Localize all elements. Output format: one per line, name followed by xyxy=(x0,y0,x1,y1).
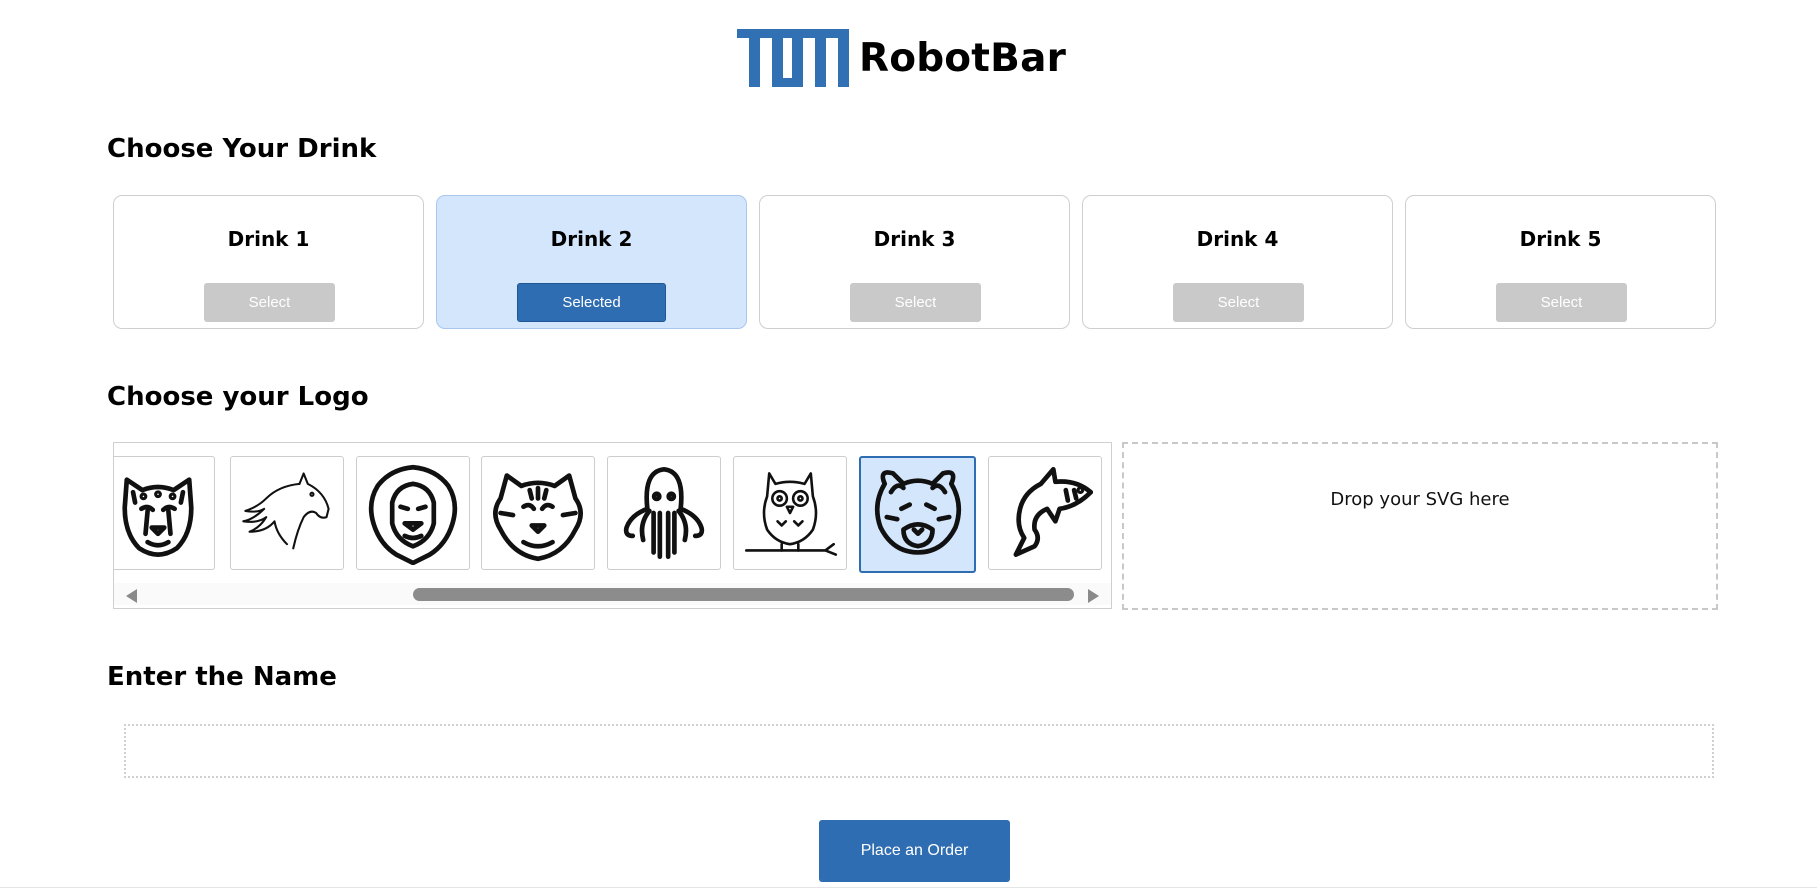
drink-name: Drink 4 xyxy=(1196,227,1279,251)
logo-option-cheetah[interactable] xyxy=(114,456,215,570)
drink-name: Drink 1 xyxy=(227,227,310,251)
logo-tiles xyxy=(114,456,1111,574)
logo-option-lion[interactable] xyxy=(356,456,470,570)
logo-option-shark[interactable] xyxy=(988,456,1102,570)
drink-section-title: Choose Your Drink xyxy=(107,134,377,164)
svg-dropzone[interactable]: Drop your SVG here xyxy=(1122,442,1718,610)
cheetah-icon xyxy=(122,477,194,557)
select-drink-1-button[interactable]: Select xyxy=(204,283,335,322)
brand-name: RobotBar xyxy=(858,35,1067,81)
logo-option-red-panda[interactable] xyxy=(859,456,976,573)
dropzone-label: Drop your SVG here xyxy=(1330,489,1510,510)
logo-gallery-scrollbar[interactable] xyxy=(114,583,1111,605)
app-header: RobotBar xyxy=(0,26,1817,90)
horse-icon xyxy=(242,472,330,550)
logo-option-octopus[interactable] xyxy=(607,456,721,570)
tiger-icon xyxy=(493,473,583,562)
logo-section-title: Choose your Logo xyxy=(107,382,369,412)
drink-name: Drink 3 xyxy=(873,227,956,251)
scroll-left-arrow-icon[interactable] xyxy=(126,589,137,603)
tum-logo-icon xyxy=(736,29,849,87)
shark-icon xyxy=(1013,466,1094,557)
owl-icon xyxy=(745,472,838,556)
select-drink-5-button[interactable]: Select xyxy=(1496,283,1627,322)
logo-option-tiger[interactable] xyxy=(481,456,595,570)
logo-option-horse[interactable] xyxy=(230,456,344,570)
name-section-title: Enter the Name xyxy=(107,662,337,692)
drink-card-4[interactable]: Drink 4 Select xyxy=(1082,195,1393,329)
drink-card-2[interactable]: Drink 2 Selected xyxy=(436,195,747,329)
select-drink-4-button[interactable]: Select xyxy=(1173,283,1304,322)
red-panda-icon xyxy=(874,469,961,555)
select-drink-2-button[interactable]: Selected xyxy=(517,283,666,322)
scrollbar-thumb[interactable] xyxy=(413,588,1074,601)
octopus-icon xyxy=(623,466,705,560)
select-drink-3-button[interactable]: Select xyxy=(850,283,981,322)
drink-card-3[interactable]: Drink 3 Select xyxy=(759,195,1070,329)
place-order-button[interactable]: Place an Order xyxy=(819,820,1010,882)
lion-icon xyxy=(368,464,458,565)
scroll-right-arrow-icon[interactable] xyxy=(1088,589,1099,603)
logo-gallery[interactable] xyxy=(113,442,1112,609)
logo-option-owl[interactable] xyxy=(733,456,847,570)
name-input[interactable] xyxy=(124,724,1714,778)
drink-card-5[interactable]: Drink 5 Select xyxy=(1405,195,1716,329)
drink-card-1[interactable]: Drink 1 Select xyxy=(113,195,424,329)
drink-name: Drink 5 xyxy=(1519,227,1602,251)
drink-name: Drink 2 xyxy=(550,227,633,251)
drink-list: Drink 1 Select Drink 2 Selected Drink 3 … xyxy=(113,195,1716,329)
page-bottom-divider xyxy=(0,887,1817,888)
